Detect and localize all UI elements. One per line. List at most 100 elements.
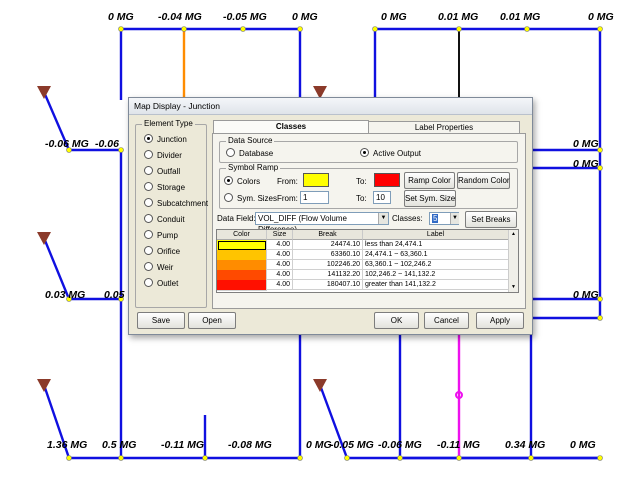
- map-label: 0 MG: [573, 138, 599, 150]
- scroll-down-icon[interactable]: ▼: [509, 283, 518, 292]
- map-label: 0 MG: [573, 289, 599, 301]
- dialog-title-bar[interactable]: Map Display - Junction: [129, 98, 532, 115]
- data-source-caption: Data Source: [226, 136, 275, 145]
- radio-outfall[interactable]: Outfall: [144, 166, 180, 176]
- to-label: To:: [356, 177, 367, 186]
- from-color-swatch[interactable]: [303, 173, 329, 187]
- table-row[interactable]: 4.00 102246.20 63,360.1 ~ 102,246.2: [217, 260, 509, 271]
- open-button[interactable]: Open: [188, 312, 236, 329]
- radio-orifice[interactable]: Orifice: [144, 246, 180, 256]
- map-label: -0.11 MG: [437, 439, 480, 451]
- row-size[interactable]: 4.00: [267, 260, 293, 270]
- map-label: -0.06: [95, 138, 119, 150]
- map-label: -0.05 MG: [223, 11, 267, 23]
- set-sym-size-button[interactable]: Set Sym. Size: [404, 190, 456, 207]
- radio-icon: [144, 214, 153, 223]
- radio-divider[interactable]: Divider: [144, 150, 182, 160]
- radio-weir[interactable]: Weir: [144, 262, 173, 272]
- row-color-swatch[interactable]: [217, 280, 267, 291]
- scroll-up-icon[interactable]: ▲: [509, 230, 518, 239]
- radio-colors[interactable]: Colors: [224, 176, 260, 186]
- map-label: -0.06 MG: [378, 439, 422, 451]
- map-display-dialog: Map Display - Junction Element Type Junc…: [128, 97, 533, 335]
- row-break[interactable]: 180407.10: [293, 280, 363, 290]
- radio-junction[interactable]: Junction: [144, 134, 187, 144]
- row-label[interactable]: greater than 141,132.2: [363, 280, 509, 290]
- map-label: -0.08 MG: [228, 439, 272, 451]
- map-label: -0.04 MG: [158, 11, 202, 23]
- radio-icon: [144, 182, 153, 191]
- radio-icon: [144, 230, 153, 239]
- chevron-down-icon[interactable]: ▼: [378, 213, 388, 224]
- table-scrollbar[interactable]: ▲ ▼: [508, 230, 518, 292]
- tab-classes[interactable]: Classes: [213, 120, 369, 134]
- set-breaks-button[interactable]: Set Breaks: [465, 211, 517, 228]
- row-label[interactable]: 24,474.1 ~ 63,360.1: [363, 250, 509, 260]
- radio-outlet[interactable]: Outlet: [144, 278, 178, 288]
- radio-pump[interactable]: Pump: [144, 230, 178, 240]
- radio-conduit[interactable]: Conduit: [144, 214, 185, 224]
- radio-subcatchment[interactable]: Subcatchment: [144, 198, 208, 208]
- row-break[interactable]: 63360.10: [293, 250, 363, 260]
- radio-sym-sizes[interactable]: Sym. Sizes: [224, 193, 277, 203]
- table-row[interactable]: 4.00 180407.10 greater than 141,132.2: [217, 280, 509, 291]
- ramp-color-button[interactable]: Ramp Color: [404, 172, 455, 189]
- radio-active-output[interactable]: Active Output: [360, 148, 421, 158]
- column-header-size: Size: [267, 230, 293, 240]
- radio-icon: [224, 193, 233, 202]
- row-break[interactable]: 24474.10: [293, 240, 363, 250]
- chevron-down-icon[interactable]: ▼: [450, 213, 459, 224]
- radio-storage[interactable]: Storage: [144, 182, 185, 192]
- map-label: 1.36 MG: [47, 439, 88, 451]
- column-header-break: Break: [293, 230, 363, 240]
- row-label[interactable]: less than 24,474.1: [363, 240, 509, 250]
- radio-selected-icon: [224, 176, 233, 185]
- row-label[interactable]: 102,246.2 ~ 141,132.2: [363, 270, 509, 280]
- radio-database[interactable]: Database: [226, 148, 273, 158]
- to-color-swatch[interactable]: [374, 173, 400, 187]
- cancel-button[interactable]: Cancel: [424, 312, 469, 329]
- map-label: 0.05: [104, 289, 125, 301]
- radio-icon: [144, 166, 153, 175]
- map-label: 0 MG: [381, 11, 407, 23]
- from-label: From:: [277, 194, 298, 203]
- map-label: 0 MG: [588, 11, 614, 23]
- row-size[interactable]: 4.00: [267, 280, 293, 290]
- row-break[interactable]: 141132.20: [293, 270, 363, 280]
- radio-selected-icon: [144, 134, 153, 143]
- symbol-ramp-caption: Symbol Ramp: [226, 163, 281, 172]
- from-label: From:: [277, 177, 298, 186]
- to-label: To:: [356, 194, 367, 203]
- save-button[interactable]: Save: [137, 312, 185, 329]
- row-label[interactable]: 63,360.1 ~ 102,246.2: [363, 260, 509, 270]
- random-color-button[interactable]: Random Color: [457, 172, 510, 189]
- row-size[interactable]: 4.00: [267, 270, 293, 280]
- map-label: 0.5 MG: [102, 439, 137, 451]
- to-size-input[interactable]: 10: [373, 191, 391, 204]
- table-row[interactable]: 4.00 141132.20 102,246.2 ~ 141,132.2: [217, 270, 509, 281]
- map-label: -0.05 MG: [330, 439, 374, 451]
- map-label: 0 MG: [570, 439, 596, 451]
- map-label: 0 MG: [108, 11, 134, 23]
- map-label: 0.01 MG: [438, 11, 479, 23]
- row-break[interactable]: 102246.20: [293, 260, 363, 270]
- map-label: -0.11 MG: [161, 439, 204, 451]
- from-size-input[interactable]: 1: [300, 191, 329, 204]
- table-row[interactable]: 4.00 63360.10 24,474.1 ~ 63,360.1: [217, 250, 509, 261]
- map-label: 0.03 MG: [45, 289, 86, 301]
- map-label: 0 MG: [292, 11, 318, 23]
- map-label: 0.34 MG: [505, 439, 546, 451]
- radio-icon: [144, 278, 153, 287]
- table-row[interactable]: 4.00 24474.10 less than 24,474.1: [217, 240, 509, 251]
- data-field-select[interactable]: VOL_DIFF (Flow Volume Difference): [255, 212, 389, 234]
- ok-button[interactable]: OK: [374, 312, 419, 329]
- radio-icon: [144, 198, 153, 207]
- row-size[interactable]: 4.00: [267, 250, 293, 260]
- radio-selected-icon: [360, 148, 369, 157]
- apply-button[interactable]: Apply: [476, 312, 524, 329]
- column-header-color: Color: [217, 230, 267, 240]
- radio-icon: [144, 150, 153, 159]
- row-size[interactable]: 4.00: [267, 240, 293, 250]
- classes-value: 5: [432, 214, 439, 223]
- dialog-title: Map Display - Junction: [134, 101, 220, 111]
